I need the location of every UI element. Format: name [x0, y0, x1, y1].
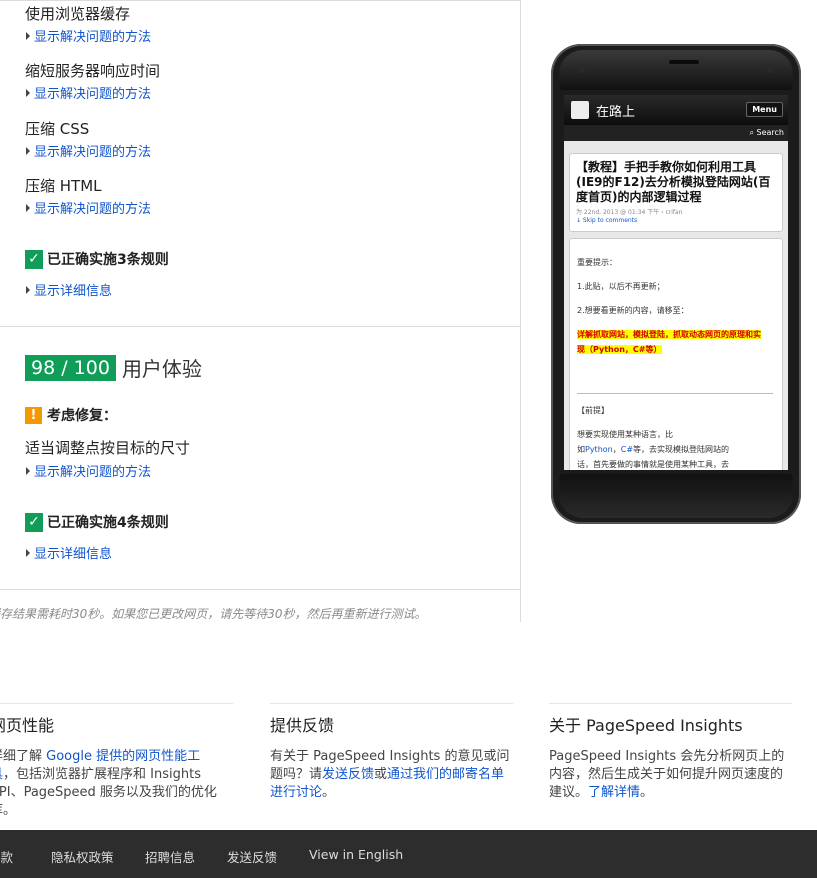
footer-col-body: PageSpeed Insights 会先分析网页上的内容，然后生成关于如何提升…: [549, 749, 785, 800]
show-fix-link-ux[interactable]: 显示解决问题的方法: [26, 461, 151, 480]
rule-tap-targets: 适当调整点按目标的尺寸: [25, 439, 191, 457]
checkmark-icon: ✓: [25, 249, 43, 269]
rule-minify-html: 压缩 HTML: [25, 177, 102, 195]
show-fix-link-2[interactable]: 显示解决问题的方法: [26, 83, 151, 102]
post-body-card: 重要提示： 1.此贴，以后不再更新； 2.想要看更新的内容，请移至： 详解抓取网…: [569, 238, 783, 470]
privacy-link[interactable]: 隐私权政策: [51, 847, 114, 866]
post-meta: 为 22nd, 2013 @ 01:34 下午 › crifan: [576, 209, 683, 216]
footer-col-body: 详细了解 Google 提供的网页性能工具，包括浏览器扩展程序和 Insight…: [0, 748, 223, 820]
mobile-preview-phone: 在路上 Menu ⌕ Search 【教程】手把手教你如何利用工具(IE9的F1…: [551, 44, 801, 524]
top-divider: [0, 0, 520, 1]
body-line-1: 想要实现使用某种语言，比: [577, 430, 673, 439]
rule-leverage-browser-caching: 使用浏览器缓存: [25, 5, 131, 23]
footer-col-about: 关于 PageSpeed Insights PageSpeed Insights…: [549, 703, 792, 802]
learn-more-link[interactable]: 了解详情: [588, 785, 640, 800]
checkmark-icon: ✓: [25, 512, 43, 532]
section-divider: [0, 326, 520, 327]
show-details-link-2[interactable]: 显示详细信息: [26, 543, 112, 562]
terms-link[interactable]: 条款: [0, 847, 13, 866]
footer-col-performance: 网页性能 详细了解 Google 提供的网页性能工具，包括浏览器扩展程序和 In…: [0, 703, 233, 820]
footer-col-title: 关于 PageSpeed Insights: [549, 716, 743, 735]
warning-icon: !: [25, 406, 42, 424]
passed-rules-heading: ✓ 已正确实施3条规则: [25, 249, 169, 269]
camera-icon: [767, 67, 773, 73]
show-details-link-1[interactable]: 显示详细信息: [26, 280, 112, 299]
ux-score-row: 98 / 100 用户体验: [25, 353, 202, 382]
post-header-card: 【教程】手把手教你如何利用工具(IE9的F12)去分析模拟登陆网站(百度首页)的…: [569, 153, 783, 232]
footer-col-feedback: 提供反馈 有关于 PageSpeed Insights 的意见或问题吗？请发送反…: [270, 703, 513, 802]
phone-top-bezel: [559, 50, 793, 90]
expand-triangle-icon: [26, 467, 30, 475]
content-divider: [577, 393, 773, 394]
jobs-link[interactable]: 招聘信息: [145, 847, 195, 866]
sensor-icon: [579, 67, 585, 73]
show-fix-link-1[interactable]: 显示解决问题的方法: [26, 26, 151, 45]
csharp-link[interactable]: C#: [621, 445, 633, 454]
view-in-english-link[interactable]: View in English: [309, 847, 403, 862]
bottom-nav-bar: 条款 隐私权政策 招聘信息 发送反馈 View in English: [0, 830, 817, 878]
ux-score-badge: 98 / 100: [25, 354, 116, 381]
search-link[interactable]: ⌕ Search: [749, 128, 784, 138]
note-heading: 重要提示：: [577, 258, 617, 267]
column-divider: [520, 0, 521, 622]
site-title: 在路上: [596, 105, 636, 120]
expand-triangle-icon: [26, 147, 30, 155]
menu-button[interactable]: Menu: [746, 102, 783, 117]
consider-fixing-heading: ! 考虑修复：: [25, 405, 117, 425]
search-icon: ⌕: [749, 128, 757, 137]
rule-minify-css: 压缩 CSS: [25, 120, 90, 138]
section-divider: [0, 589, 520, 590]
body-line-3: 话，首先要做的事情就是使用某种工具，去: [577, 460, 729, 469]
expand-triangle-icon: [26, 286, 30, 294]
python-link[interactable]: Python: [585, 445, 613, 454]
phone-screen: 在路上 Menu ⌕ Search 【教程】手把手教你如何利用工具(IE9的F1…: [564, 95, 788, 470]
section-title: 【前提】: [577, 406, 609, 415]
footer-col-title: 网页性能: [0, 716, 55, 735]
body-line-2: 如Python，C#等，去实现模拟登陆网站的: [577, 445, 730, 454]
note-line-1: 1.此贴，以后不再更新；: [577, 282, 665, 291]
show-fix-link-3[interactable]: 显示解决问题的方法: [26, 141, 151, 160]
send-feedback-link[interactable]: 发送反馈: [322, 767, 374, 782]
feedback-link[interactable]: 发送反馈: [227, 847, 277, 866]
passed-ux-rules-heading: ✓ 已正确实施4条规则: [25, 512, 169, 532]
note-line-2: 2.想要看更新的内容，请移至：: [577, 306, 689, 315]
expand-triangle-icon: [26, 32, 30, 40]
phone-bottom-bezel: [559, 474, 793, 518]
expand-triangle-icon: [26, 89, 30, 97]
site-logo-icon: [571, 101, 589, 119]
expand-triangle-icon: [26, 204, 30, 212]
post-title[interactable]: 【教程】手把手教你如何利用工具(IE9的F12)去分析模拟登陆网站(百度首页)的…: [576, 160, 776, 205]
skip-to-comments-link[interactable]: ↓ Skip to comments: [576, 217, 776, 224]
site-header: 在路上 Menu: [564, 95, 788, 125]
cache-note: 缓存结果需耗时30秒。如果您已更改网页，请先等待30秒，然后再重新进行测试。: [0, 607, 427, 621]
highlight-link[interactable]: 详解抓取网站，模拟登陆，抓取动态网页的原理和实现（Python，C#等）: [577, 327, 765, 357]
search-bar: ⌕ Search: [564, 125, 788, 141]
show-fix-link-4[interactable]: 显示解决问题的方法: [26, 198, 151, 217]
expand-triangle-icon: [26, 549, 30, 557]
ux-score-label: 用户体验: [121, 357, 202, 381]
footer-col-title: 提供反馈: [270, 716, 335, 735]
footer-col-body: 有关于 PageSpeed Insights 的意见或问题吗？请发送反馈或通过我…: [270, 749, 510, 800]
rule-server-response-time: 缩短服务器响应时间: [25, 62, 161, 80]
speaker-grille: [669, 60, 699, 64]
